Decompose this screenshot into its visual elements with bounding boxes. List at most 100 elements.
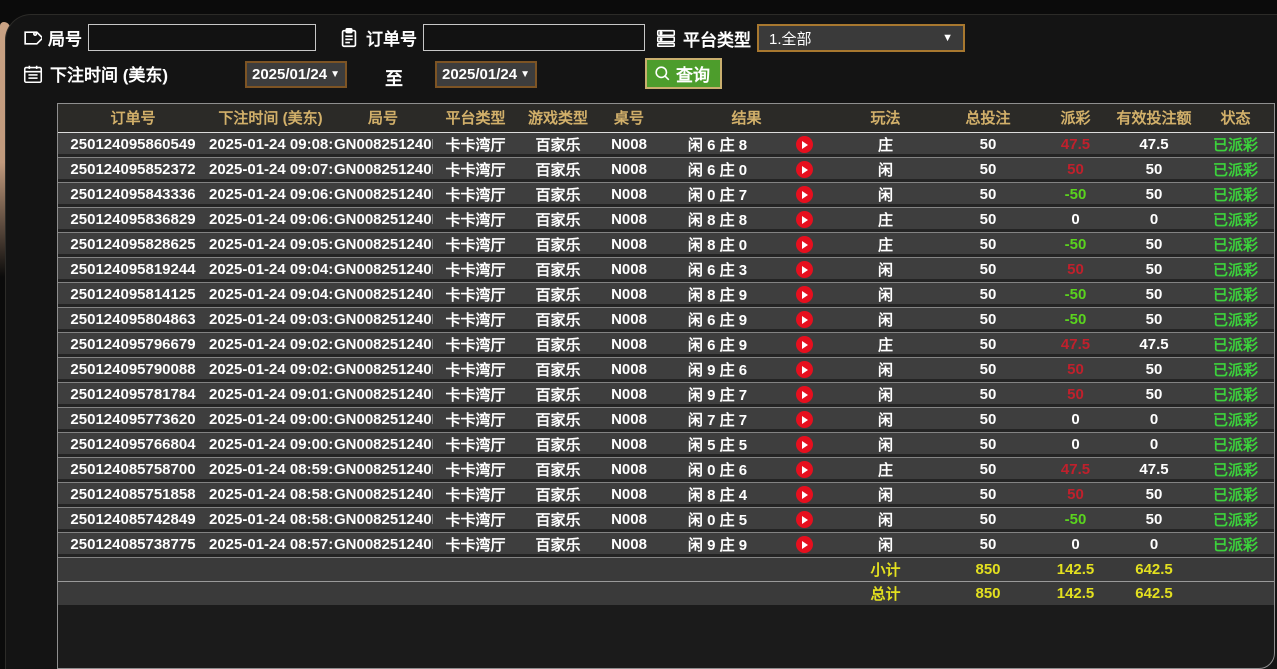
table-number-cell: N008 bbox=[598, 382, 660, 407]
play-video-icon[interactable] bbox=[796, 536, 813, 553]
status-cell: 已派彩 bbox=[1195, 332, 1275, 357]
valid-bet-cell: 50 bbox=[1113, 282, 1195, 307]
grand-total-valid: 642.5 bbox=[1113, 581, 1195, 605]
time-cell: 2025-01-24 08:57:46 bbox=[208, 532, 333, 557]
payout-cell: 50 bbox=[1038, 382, 1113, 407]
play-video-icon[interactable] bbox=[796, 286, 813, 303]
platform-cell: 卡卡湾厅 bbox=[433, 132, 518, 157]
platform-cell: 卡卡湾厅 bbox=[433, 532, 518, 557]
status-cell: 已派彩 bbox=[1195, 182, 1275, 207]
play-video-icon[interactable] bbox=[796, 236, 813, 253]
play-video-icon[interactable] bbox=[796, 186, 813, 203]
table-row: 2501240958523722025-01-24 09:07:31GN0082… bbox=[58, 157, 1275, 182]
platform-cell: 卡卡湾厅 bbox=[433, 357, 518, 382]
table-number-cell: N008 bbox=[598, 257, 660, 282]
order-cell: 250124095790088 bbox=[58, 357, 208, 382]
round-cell: GN008251240LP bbox=[333, 282, 433, 307]
payout-cell: -50 bbox=[1038, 507, 1113, 532]
play-video-icon[interactable] bbox=[796, 261, 813, 278]
round-cell: GN008251240LM bbox=[333, 357, 433, 382]
payout-cell: 50 bbox=[1038, 257, 1113, 282]
table-row: 2501240857587002025-01-24 08:59:31GN0082… bbox=[58, 457, 1275, 482]
valid-bet-cell: 0 bbox=[1113, 432, 1195, 457]
status-cell: 已派彩 bbox=[1195, 132, 1275, 157]
time-cell: 2025-01-24 08:58:08 bbox=[208, 507, 333, 532]
grand-total-row: 总计 850 142.5 642.5 bbox=[58, 581, 1275, 605]
search-button[interactable]: 查询 bbox=[645, 58, 722, 89]
table-row: 2501240958286252025-01-24 09:05:31GN0082… bbox=[58, 232, 1275, 257]
payout-cell: 47.5 bbox=[1038, 457, 1113, 482]
date-from-value: 2025/01/24 bbox=[252, 66, 327, 83]
play-video-icon[interactable] bbox=[796, 436, 813, 453]
platform-cell: 卡卡湾厅 bbox=[433, 457, 518, 482]
play-video-icon[interactable] bbox=[796, 511, 813, 528]
game-cell: 百家乐 bbox=[518, 332, 598, 357]
status-cell: 已派彩 bbox=[1195, 257, 1275, 282]
play-video-icon[interactable] bbox=[796, 411, 813, 428]
playtype-cell: 庄 bbox=[833, 457, 938, 482]
round-number-input[interactable] bbox=[88, 24, 316, 51]
order-number-filter: 订单号 bbox=[338, 24, 645, 51]
table-number-cell: N008 bbox=[598, 282, 660, 307]
play-cell bbox=[775, 357, 833, 382]
bet-time-label: 下注时间 (美东) bbox=[50, 61, 168, 86]
order-cell: 250124085742849 bbox=[58, 507, 208, 532]
calendar-icon bbox=[22, 63, 44, 85]
result-cell: 闲 8 庄 8 bbox=[660, 207, 775, 232]
order-number-input[interactable] bbox=[423, 24, 645, 51]
platform-cell: 卡卡湾厅 bbox=[433, 307, 518, 332]
table-number-cell: N008 bbox=[598, 132, 660, 157]
valid-bet-cell: 50 bbox=[1113, 507, 1195, 532]
table-row: 2501240857428492025-01-24 08:58:08GN0082… bbox=[58, 507, 1275, 532]
play-video-icon[interactable] bbox=[796, 161, 813, 178]
total-bet-cell: 50 bbox=[938, 307, 1038, 332]
play-video-icon[interactable] bbox=[796, 336, 813, 353]
order-cell: 250124095843336 bbox=[58, 182, 208, 207]
table-row: 2501240857518582025-01-24 08:58:53GN0082… bbox=[58, 482, 1275, 507]
total-bet-cell: 50 bbox=[938, 207, 1038, 232]
order-cell: 250124085738775 bbox=[58, 532, 208, 557]
date-from-wrapper: 2025/01/24 ▼ bbox=[245, 61, 347, 88]
play-video-icon[interactable] bbox=[796, 136, 813, 153]
valid-bet-cell: 50 bbox=[1113, 182, 1195, 207]
play-video-icon[interactable] bbox=[796, 361, 813, 378]
total-bet-cell: 50 bbox=[938, 257, 1038, 282]
round-cell: GN008251240LR bbox=[333, 232, 433, 257]
table-number-cell: N008 bbox=[598, 407, 660, 432]
status-cell: 已派彩 bbox=[1195, 207, 1275, 232]
play-cell bbox=[775, 132, 833, 157]
round-cell: GN008251240LK bbox=[333, 407, 433, 432]
play-video-icon[interactable] bbox=[796, 386, 813, 403]
payout-cell: 47.5 bbox=[1038, 332, 1113, 357]
platform-type-select[interactable]: 1.全部 ▼ bbox=[757, 24, 965, 52]
platform-cell: 卡卡湾厅 bbox=[433, 482, 518, 507]
game-cell: 百家乐 bbox=[518, 207, 598, 232]
total-bet-cell: 50 bbox=[938, 432, 1038, 457]
order-cell: 250124095766804 bbox=[58, 432, 208, 457]
time-cell: 2025-01-24 09:02:51 bbox=[208, 332, 333, 357]
table-header-row: 订单号 下注时间 (美东) 局号 平台类型 游戏类型 桌号 结果 玩法 总投注 … bbox=[58, 104, 1275, 132]
play-video-icon[interactable] bbox=[796, 461, 813, 478]
game-cell: 百家乐 bbox=[518, 357, 598, 382]
date-to-picker[interactable]: 2025/01/24 ▼ bbox=[435, 61, 537, 88]
header-play: 玩法 bbox=[833, 104, 938, 132]
platform-cell: 卡卡湾厅 bbox=[433, 382, 518, 407]
table-row: 2501240958368292025-01-24 09:06:13GN0082… bbox=[58, 207, 1275, 232]
play-video-icon[interactable] bbox=[796, 486, 813, 503]
game-cell: 百家乐 bbox=[518, 232, 598, 257]
date-from-picker[interactable]: 2025/01/24 ▼ bbox=[245, 61, 347, 88]
round-cell: GN008251240LL bbox=[333, 382, 433, 407]
total-bet-cell: 50 bbox=[938, 507, 1038, 532]
status-cell: 已派彩 bbox=[1195, 282, 1275, 307]
play-cell bbox=[775, 457, 833, 482]
filter-bar: 局号 订单号 平台类型 1.全部 bbox=[0, 0, 1277, 100]
play-video-icon[interactable] bbox=[796, 211, 813, 228]
total-bet-cell: 50 bbox=[938, 282, 1038, 307]
round-cell: GN008251240LJ bbox=[333, 432, 433, 457]
payout-cell: -50 bbox=[1038, 307, 1113, 332]
order-cell: 250124095852372 bbox=[58, 157, 208, 182]
payout-cell: 50 bbox=[1038, 157, 1113, 182]
time-cell: 2025-01-24 09:08:14 bbox=[208, 132, 333, 157]
order-cell: 250124095814125 bbox=[58, 282, 208, 307]
play-video-icon[interactable] bbox=[796, 311, 813, 328]
